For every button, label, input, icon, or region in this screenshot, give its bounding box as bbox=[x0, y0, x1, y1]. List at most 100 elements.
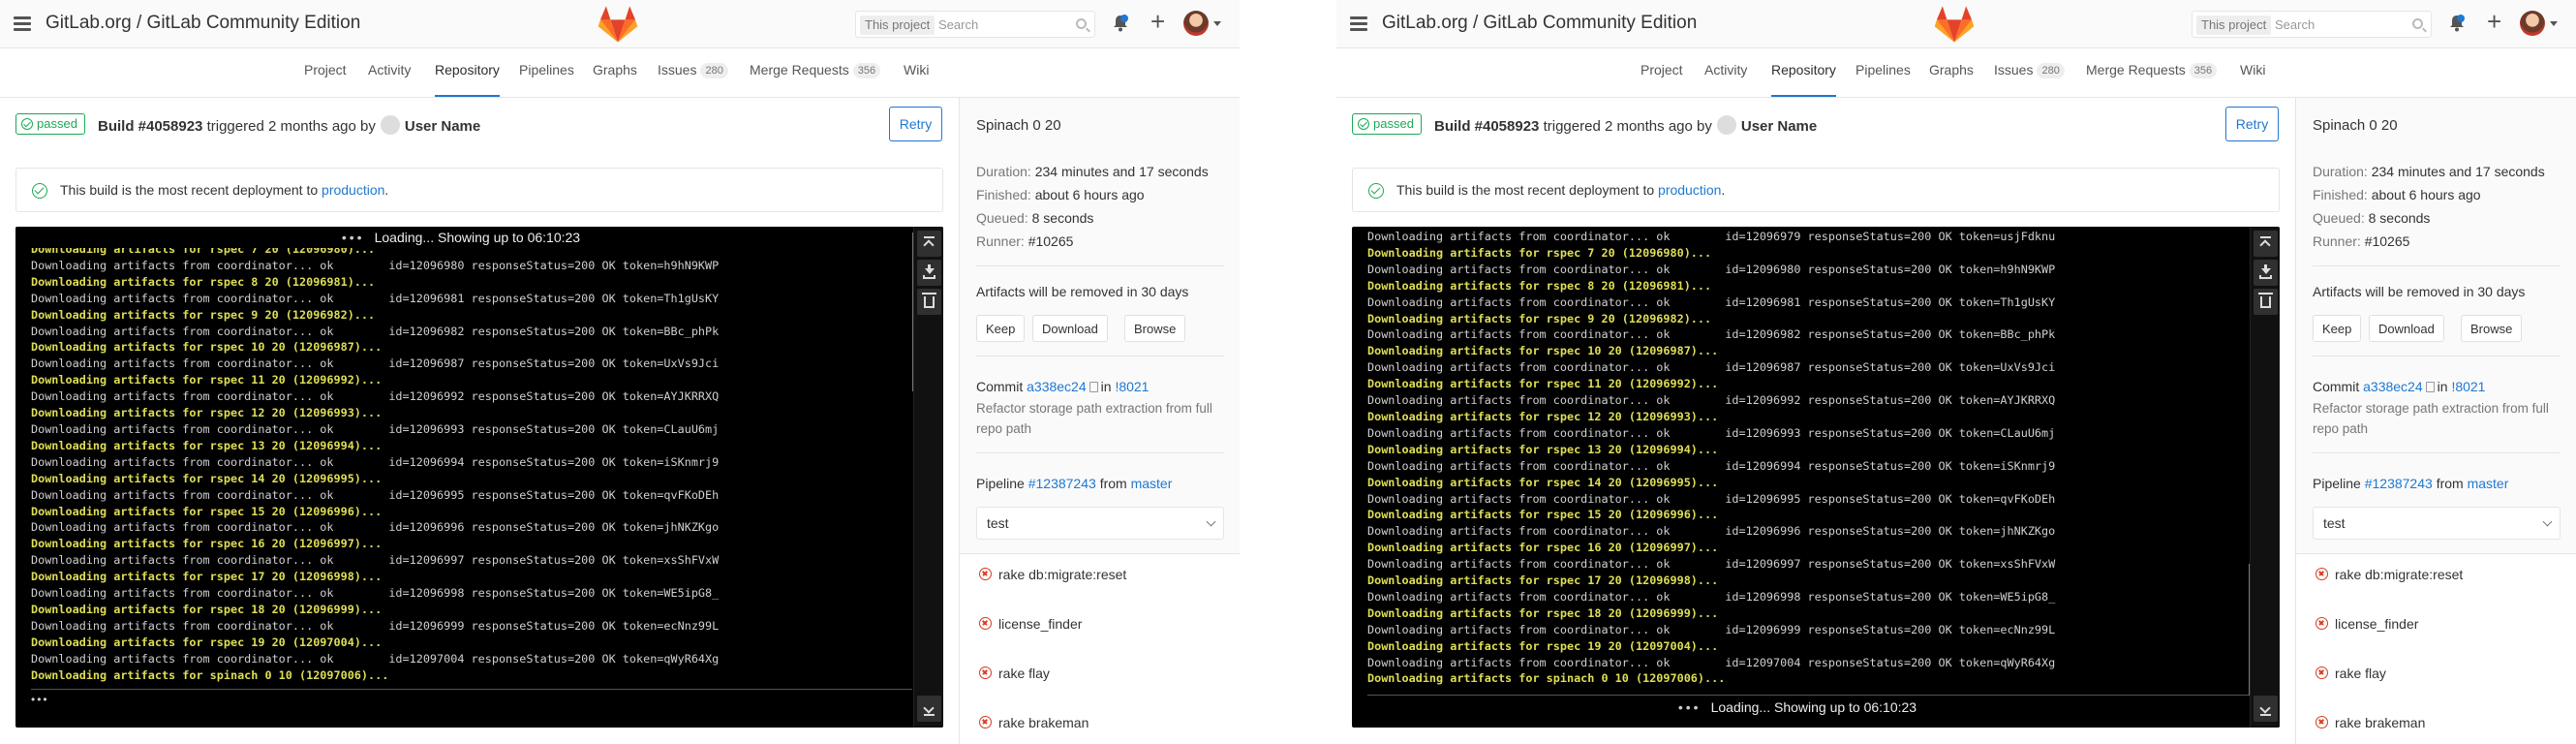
download-raw-log-button[interactable] bbox=[917, 260, 941, 286]
tab-activity[interactable]: Activity bbox=[1704, 62, 1747, 97]
scroll-to-bottom-button[interactable] bbox=[2254, 696, 2278, 722]
search-scope-badge[interactable]: This project bbox=[2196, 16, 2272, 35]
environment-link[interactable]: production bbox=[1658, 182, 1721, 198]
runner-label: Runner: bbox=[976, 233, 1025, 249]
tab-merge-requests[interactable]: Merge Requests 356 bbox=[2086, 62, 2218, 97]
log-line-highlight: Downloading artifacts for rspec 12 20 (1… bbox=[1367, 409, 1719, 423]
todos-icon[interactable] bbox=[2449, 15, 2465, 32]
job-item[interactable]: rake brakeman bbox=[2315, 715, 2425, 730]
environment-link[interactable]: production bbox=[322, 182, 384, 198]
branch-link[interactable]: master bbox=[2468, 476, 2509, 491]
user-name-link[interactable]: User Name bbox=[405, 118, 480, 135]
tab-wiki[interactable]: Wiki bbox=[2240, 62, 2265, 97]
scroll-to-top-button[interactable] bbox=[2254, 231, 2278, 257]
gitlab-logo-icon[interactable] bbox=[598, 5, 638, 44]
tab-pipelines[interactable]: Pipelines bbox=[1855, 62, 1911, 97]
stage-select[interactable]: test bbox=[2313, 507, 2561, 540]
download-artifacts-button[interactable]: Download bbox=[2369, 315, 2444, 342]
stage-select[interactable]: test bbox=[976, 507, 1224, 540]
tab-label: Graphs bbox=[593, 62, 637, 78]
tab-label: Project bbox=[1641, 62, 1683, 78]
tab-issues[interactable]: Issues 280 bbox=[658, 62, 728, 97]
hamburger-menu-icon[interactable] bbox=[1350, 16, 1367, 32]
retry-button[interactable]: Retry bbox=[2225, 107, 2279, 141]
keep-artifacts-button[interactable]: Keep bbox=[976, 315, 1026, 342]
job-item[interactable]: rake flay bbox=[979, 666, 1050, 681]
job-item[interactable]: rake brakeman bbox=[979, 715, 1089, 730]
log-separator bbox=[31, 689, 912, 690]
search-scope-badge[interactable]: This project bbox=[860, 16, 935, 35]
log-controls bbox=[913, 227, 943, 728]
search-input[interactable] bbox=[938, 13, 1064, 36]
status-badge-passed[interactable]: passed bbox=[1352, 113, 1422, 135]
log-line-highlight: Downloading artifacts for rspec 14 20 (1… bbox=[31, 471, 383, 485]
job-item[interactable]: rake db:migrate:reset bbox=[2315, 567, 2463, 582]
log-line: Downloading artifacts from coordinator..… bbox=[31, 258, 720, 272]
tab-repository[interactable]: Repository bbox=[1771, 62, 1836, 97]
scroll-to-top-button[interactable] bbox=[917, 231, 941, 257]
tab-project[interactable]: Project bbox=[1641, 62, 1683, 97]
log-line: Downloading artifacts from coordinator..… bbox=[1367, 589, 2056, 604]
commit-sha-link[interactable]: a338ec24 bbox=[1027, 379, 1087, 394]
tab-activity[interactable]: Activity bbox=[368, 62, 411, 97]
log-line-highlight: Downloading artifacts for rspec 14 20 (1… bbox=[1367, 475, 1719, 489]
keep-artifacts-button[interactable]: Keep bbox=[2313, 315, 2362, 342]
status-badge-passed[interactable]: passed bbox=[15, 113, 85, 135]
retry-button[interactable]: Retry bbox=[889, 107, 942, 141]
queued-value: 8 seconds bbox=[1031, 210, 1094, 226]
clipboard-icon[interactable] bbox=[2425, 382, 2435, 392]
user-avatar-small[interactable] bbox=[1716, 115, 1736, 135]
build-sidebar: Spinach 0 20 Duration: 234 minutes and 1… bbox=[2295, 98, 2576, 744]
tab-merge-requests[interactable]: Merge Requests 356 bbox=[750, 62, 881, 97]
chevron-down-icon[interactable] bbox=[1213, 21, 1221, 26]
erase-log-button[interactable] bbox=[2254, 289, 2278, 315]
user-avatar[interactable] bbox=[2520, 11, 2545, 36]
log-line-highlight: Downloading artifacts for rspec 18 20 (1… bbox=[31, 602, 383, 616]
download-artifacts-button[interactable]: Download bbox=[1032, 315, 1108, 342]
job-item[interactable]: license_finder bbox=[979, 616, 1082, 632]
tab-graphs[interactable]: Graphs bbox=[1929, 62, 1974, 97]
branch-link[interactable]: master bbox=[1131, 476, 1173, 491]
job-item[interactable]: rake db:migrate:reset bbox=[979, 567, 1127, 582]
new-item-plus-icon[interactable]: + bbox=[1150, 9, 1165, 34]
clipboard-icon[interactable] bbox=[1089, 382, 1098, 392]
user-avatar[interactable] bbox=[1183, 11, 1209, 36]
todos-icon[interactable] bbox=[1113, 15, 1128, 32]
tab-pipelines[interactable]: Pipelines bbox=[519, 62, 574, 97]
search-icon[interactable] bbox=[1076, 18, 1087, 29]
pipeline-link[interactable]: #12387243 bbox=[2365, 476, 2433, 491]
new-item-plus-icon[interactable]: + bbox=[2487, 9, 2501, 34]
job-item[interactable]: license_finder bbox=[2315, 616, 2418, 632]
finished-value: about 6 hours ago bbox=[2371, 187, 2481, 202]
scroll-to-bottom-button[interactable] bbox=[917, 696, 941, 722]
tab-repository[interactable]: Repository bbox=[435, 62, 500, 97]
deploy-text: This build is the most recent deployment… bbox=[1396, 182, 1655, 198]
user-avatar-small[interactable] bbox=[380, 115, 400, 135]
pipeline-link[interactable]: #12387243 bbox=[1028, 476, 1096, 491]
job-label: rake db:migrate:reset bbox=[998, 567, 1127, 582]
queued-row: Queued: 8 seconds bbox=[2313, 210, 2430, 226]
gitlab-logo-icon[interactable] bbox=[1934, 5, 1975, 44]
browse-artifacts-button[interactable]: Browse bbox=[2461, 315, 2523, 342]
log-line-highlight: Downloading artifacts for rspec 19 20 (1… bbox=[1367, 638, 1719, 653]
tab-issues[interactable]: Issues 280 bbox=[1994, 62, 2065, 97]
job-item[interactable]: rake flay bbox=[2315, 666, 2386, 681]
queued-label: Queued: bbox=[2313, 210, 2365, 226]
tab-project[interactable]: Project bbox=[304, 62, 347, 97]
merge-request-link[interactable]: !8021 bbox=[1115, 379, 1149, 394]
tab-wiki[interactable]: Wiki bbox=[904, 62, 929, 97]
tab-graphs[interactable]: Graphs bbox=[593, 62, 637, 97]
hamburger-menu-icon[interactable] bbox=[14, 16, 31, 32]
artifacts-text: Artifacts will be removed in 30 days bbox=[976, 284, 1189, 299]
search-input[interactable] bbox=[2275, 13, 2401, 36]
duration-row: Duration: 234 minutes and 17 seconds bbox=[2313, 164, 2545, 179]
browse-artifacts-button[interactable]: Browse bbox=[1124, 315, 1186, 342]
search-icon[interactable] bbox=[2412, 18, 2423, 29]
merge-request-link[interactable]: !8021 bbox=[2451, 379, 2485, 394]
user-name-link[interactable]: User Name bbox=[1741, 118, 1817, 135]
chevron-down-icon[interactable] bbox=[2550, 21, 2558, 26]
commit-sha-link[interactable]: a338ec24 bbox=[2363, 379, 2423, 394]
loading-text: Loading... Showing up to 06:10:23 bbox=[1710, 699, 1917, 715]
erase-log-button[interactable] bbox=[917, 289, 941, 315]
download-raw-log-button[interactable] bbox=[2254, 260, 2278, 286]
